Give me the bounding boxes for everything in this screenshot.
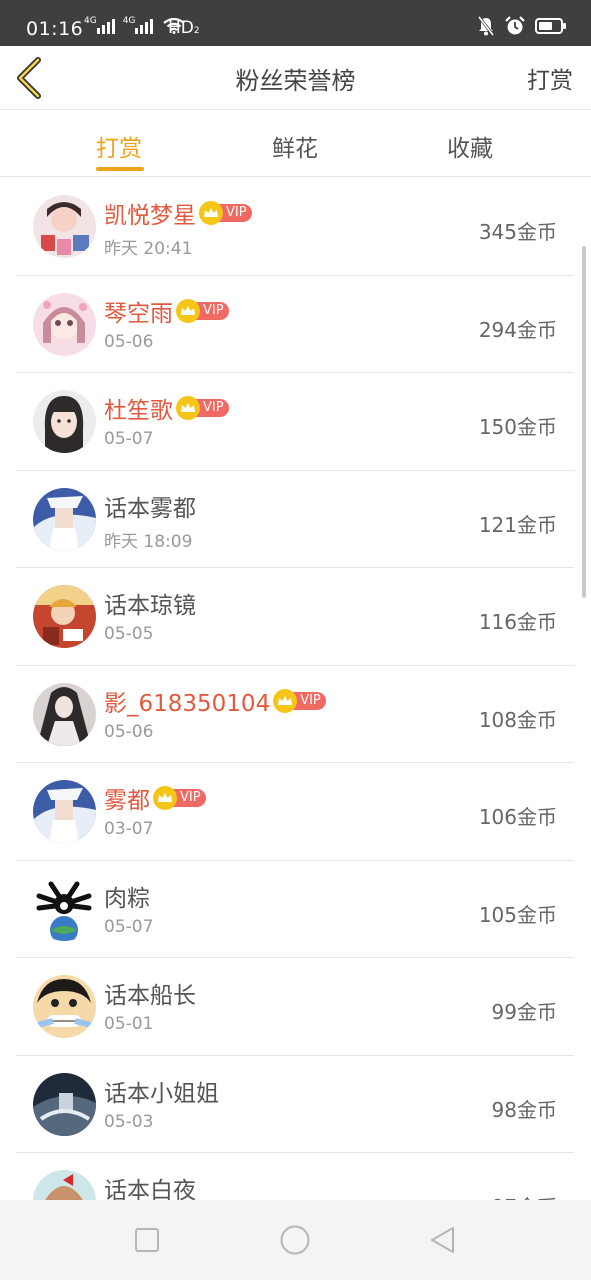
- user-name: 琴空雨: [104, 300, 173, 327]
- list-item[interactable]: 话本雾都 昨天 18:09 121金币: [16, 471, 574, 568]
- recents-button[interactable]: [131, 1224, 163, 1256]
- tab-flowers[interactable]: 鲜花: [272, 129, 318, 163]
- list-item[interactable]: 肉粽 05-07 105金币: [16, 861, 574, 958]
- coin-amount: 105金币: [478, 902, 557, 927]
- coin-amount: 116金币: [478, 610, 557, 634]
- hd-label: HD: [168, 18, 194, 38]
- reward-button[interactable]: 打赏: [527, 61, 573, 95]
- avatar: [33, 585, 96, 648]
- avatar: [33, 877, 96, 941]
- user-name: 杜笙歌: [104, 398, 173, 424]
- reward-date: 05-05: [104, 624, 154, 644]
- tab-bar: 打赏 鲜花 收藏: [0, 111, 591, 177]
- crown-icon: [204, 208, 218, 217]
- reward-date: 05-06: [104, 721, 154, 742]
- hd-sub-label: 2: [193, 26, 200, 36]
- crown-icon: [181, 305, 195, 315]
- tab-favorites[interactable]: 收藏: [447, 129, 493, 163]
- list-item[interactable]: 凯悦梦星 VIP 昨天 20:41 345金币: [16, 178, 574, 276]
- avatar: [33, 390, 96, 453]
- coin-amount: 294金币: [478, 317, 557, 342]
- system-navigation-bar: [0, 1200, 591, 1280]
- reward-date: 昨天 18:09: [104, 531, 193, 552]
- list-item[interactable]: 雾都 VIP 03-07 106金币: [16, 763, 574, 861]
- crown-icon: [278, 695, 293, 705]
- list-item[interactable]: 话本船长 05-01 99金币: [16, 958, 574, 1056]
- avatar: [33, 195, 96, 258]
- reward-date: 05-03: [104, 1111, 154, 1132]
- network-label-2: 4G: [122, 16, 136, 26]
- home-button[interactable]: [279, 1224, 311, 1256]
- avatar: [33, 487, 96, 551]
- avatar: [33, 1072, 96, 1136]
- vip-badge: VIP: [273, 688, 326, 713]
- user-name: 肉粽: [104, 885, 150, 912]
- crown-icon: [158, 793, 172, 802]
- coin-amount: 97金币: [492, 1191, 557, 1200]
- coin-amount: 121金币: [478, 512, 557, 537]
- coin-amount: 99金币: [491, 1000, 557, 1024]
- coin-amount: 106金币: [478, 805, 557, 829]
- reward-date: 05-01: [104, 1014, 154, 1034]
- coin-amount: 150金币: [478, 415, 557, 439]
- fan-ranking-list: 凯悦梦星 VIP 昨天 20:41 345金币 琴空雨 VIP 05-06 29…: [0, 178, 591, 1200]
- coin-amount: 345金币: [478, 220, 557, 244]
- list-item[interactable]: 话本琼镜 05-05 116金币: [16, 568, 574, 666]
- list-item[interactable]: 影_618350104 VIP 05-06 108金币: [16, 666, 574, 763]
- user-name: 雾都: [104, 788, 150, 814]
- user-name: 话本白夜: [104, 1178, 196, 1200]
- list-item[interactable]: 琴空雨 VIP 05-06 294金币: [16, 276, 574, 373]
- crown-icon: [181, 403, 195, 412]
- vip-badge: VIP: [176, 298, 229, 323]
- avatar: [33, 1170, 96, 1200]
- vip-badge: VIP: [153, 786, 206, 810]
- scrollbar[interactable]: [582, 246, 586, 598]
- notifications-off-icon: [477, 16, 495, 36]
- avatar: [33, 975, 96, 1038]
- status-right-icons: [477, 16, 567, 36]
- signal-icon: [96, 18, 115, 34]
- circle-icon: [280, 1225, 310, 1255]
- reward-date: 昨天 20:41: [104, 239, 193, 259]
- avatar: [33, 682, 96, 746]
- app-header: 粉丝荣誉榜 打赏: [0, 46, 591, 110]
- reward-date: 05-07: [104, 429, 154, 449]
- status-bar: 01:16 4G 4G HD2: [0, 0, 591, 46]
- coin-amount: 98金币: [491, 1097, 557, 1122]
- square-icon: [135, 1228, 159, 1252]
- user-name: 凯悦梦星: [104, 203, 196, 229]
- user-name: 话本琼镜: [104, 593, 196, 619]
- hd-indicator: HD2: [168, 18, 200, 38]
- status-time: 01:16: [26, 18, 84, 40]
- list-item[interactable]: 话本小姐姐 05-03 98金币: [16, 1056, 574, 1153]
- tab-reward[interactable]: 打赏: [96, 129, 142, 163]
- battery-icon: [535, 18, 566, 34]
- reward-date: 05-07: [104, 916, 154, 937]
- reward-date: 05-06: [104, 331, 154, 352]
- triangle-back-icon: [431, 1227, 454, 1253]
- back-nav-button[interactable]: [427, 1224, 459, 1256]
- user-name: 话本雾都: [104, 495, 196, 522]
- alarm-icon: [505, 16, 525, 35]
- user-name: 影_618350104: [104, 690, 271, 717]
- avatar: [33, 780, 96, 843]
- list-item[interactable]: 话本白夜 97金币: [16, 1153, 574, 1200]
- user-name: 话本小姐姐: [104, 1080, 219, 1107]
- avatar: [33, 292, 96, 356]
- user-name: 话本船长: [104, 983, 196, 1009]
- coin-amount: 108金币: [478, 707, 557, 732]
- page-title: 粉丝荣誉榜: [235, 67, 356, 95]
- active-tab-indicator: [96, 167, 144, 171]
- list-item[interactable]: 杜笙歌 VIP 05-07 150金币: [16, 373, 574, 471]
- network-label-1: 4G: [84, 16, 97, 26]
- vip-badge: VIP: [199, 201, 252, 225]
- reward-date: 03-07: [104, 819, 154, 839]
- vip-badge: VIP: [176, 396, 229, 420]
- signal-icon: [135, 18, 154, 34]
